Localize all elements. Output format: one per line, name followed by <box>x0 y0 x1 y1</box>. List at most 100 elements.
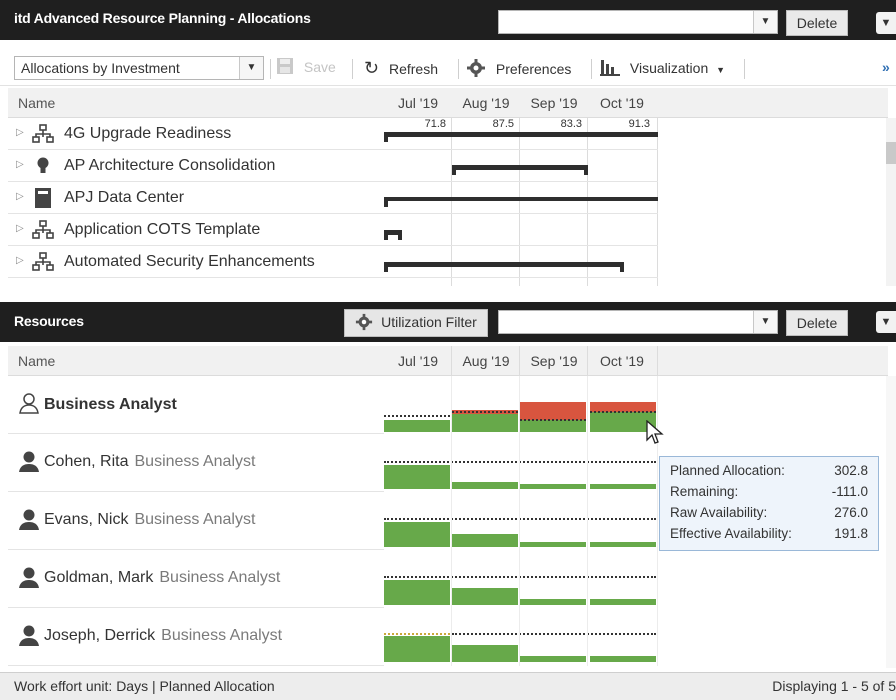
investment-label: APJ Data Center <box>64 189 185 206</box>
gantt-bar[interactable] <box>452 165 588 175</box>
gantt-bar[interactable] <box>384 230 402 240</box>
month-header-aug: Aug '19 <box>462 353 510 369</box>
investment-row[interactable]: ▷ Automated Security Enhancements <box>8 246 384 278</box>
capacity-bar[interactable] <box>520 420 586 432</box>
expand-arrow-icon[interactable]: ▷ <box>16 223 24 234</box>
person-icon <box>19 625 39 646</box>
status-bar: Work effort unit: Days | Planned Allocat… <box>0 672 896 700</box>
availability-line <box>520 419 586 421</box>
resource-row[interactable]: Goldman, Mark Business Analyst <box>8 550 384 608</box>
expand-arrow-icon[interactable]: ▷ <box>16 255 24 266</box>
separator <box>270 59 271 79</box>
capacity-bar[interactable] <box>590 656 656 662</box>
view-select[interactable]: Allocations by Investment ▼ <box>14 56 264 80</box>
resource-name: Goldman, Mark <box>44 569 154 586</box>
preferences-button[interactable]: Preferences <box>466 58 571 78</box>
month-header-oct: Oct '19 <box>600 95 644 111</box>
chevron-down-icon[interactable]: ▼ <box>753 11 777 33</box>
bar-chart-icon <box>600 60 620 76</box>
investment-row[interactable]: ▷ APJ Data Center <box>8 182 384 214</box>
availability-line <box>452 633 656 635</box>
resource-name: Joseph, Derrick <box>44 627 156 644</box>
grid-divider <box>657 346 658 376</box>
resources-filter-select[interactable]: ▼ <box>498 310 778 334</box>
overallocation-bar[interactable] <box>520 402 586 420</box>
chevron-down-icon[interactable]: ▼ <box>753 311 777 333</box>
allocations-column-header: Name Jul '19 Aug '19 Sep '19 Oct '19 <box>8 88 888 118</box>
name-column-header[interactable]: Name <box>18 353 55 369</box>
capacity-bar[interactable] <box>384 522 450 547</box>
investment-row[interactable]: ▷ AP Architecture Consolidation <box>8 150 384 182</box>
expand-arrow-icon[interactable]: ▷ <box>16 191 24 202</box>
capacity-bar[interactable] <box>384 420 450 432</box>
name-column-header[interactable]: Name <box>18 95 55 111</box>
availability-line <box>384 415 450 417</box>
capacity-bar[interactable] <box>452 645 518 662</box>
refresh-button[interactable]: ↻ Refresh <box>364 58 438 79</box>
capacity-bar[interactable] <box>590 599 656 605</box>
expand-arrow-icon[interactable]: ▷ <box>16 159 24 170</box>
grid-divider <box>451 346 452 376</box>
save-icon <box>277 58 293 74</box>
save-button[interactable]: Save <box>276 57 336 75</box>
allocations-scrollbar[interactable] <box>886 118 896 286</box>
investment-label: Application COTS Template <box>64 221 261 238</box>
capacity-bar[interactable] <box>520 656 586 662</box>
gantt-bar[interactable] <box>384 262 624 272</box>
tooltip-label: Raw Availability: <box>670 505 768 520</box>
visualization-button[interactable]: Visualization ▼ <box>600 58 725 76</box>
investment-label: 4G Upgrade Readiness <box>64 125 232 142</box>
capacity-bar[interactable] <box>590 542 656 547</box>
capacity-bar[interactable] <box>590 484 656 489</box>
save-label: Save <box>303 59 336 75</box>
separator <box>352 59 353 79</box>
resource-role: Business Analyst <box>134 511 256 528</box>
availability-line <box>384 461 656 463</box>
resources-header: Resources Utilization Filter ▼ Delete ▼ <box>0 302 896 342</box>
resource-row[interactable]: Cohen, Rita Business Analyst <box>8 434 384 492</box>
capacity-bar[interactable] <box>384 465 450 489</box>
allocations-filter-select[interactable]: ▼ <box>498 10 778 34</box>
capacity-bar[interactable] <box>520 542 586 547</box>
capacity-bar[interactable] <box>452 534 518 547</box>
availability-line <box>384 518 656 520</box>
investment-label: AP Architecture Consolidation <box>64 157 276 174</box>
tooltip-label: Remaining: <box>670 484 739 499</box>
gantt-bar[interactable] <box>384 197 658 207</box>
grid-divider <box>451 376 452 666</box>
availability-line <box>452 411 518 413</box>
investment-row[interactable]: ▷ 4G Upgrade Readiness <box>8 118 384 150</box>
collapse-panel-icon[interactable]: ▼ <box>876 12 896 34</box>
investment-row[interactable]: ▷ Application COTS Template <box>8 214 384 246</box>
capacity-bar[interactable] <box>520 599 586 605</box>
resources-delete-button[interactable]: Delete <box>786 310 848 336</box>
mouse-cursor-icon <box>646 420 664 444</box>
capacity-bar[interactable] <box>452 414 518 432</box>
chevron-down-icon[interactable]: ▼ <box>239 57 263 79</box>
availability-line <box>384 633 450 635</box>
utilization-filter-label: Utilization Filter <box>381 314 477 330</box>
resource-name: Evans, Nick <box>44 511 129 528</box>
allocations-delete-button[interactable]: Delete <box>786 10 848 36</box>
resource-row[interactable]: Joseph, Derrick Business Analyst <box>8 608 384 666</box>
gantt-bar[interactable] <box>384 132 658 142</box>
capacity-bar[interactable] <box>452 482 518 489</box>
role-outline-icon <box>19 393 39 414</box>
server-icon <box>35 188 51 208</box>
capacity-bar[interactable] <box>384 580 450 605</box>
collapse-panel-icon[interactable]: ▼ <box>876 311 896 333</box>
separator <box>744 59 745 79</box>
gantt-cell <box>384 150 658 182</box>
toolbar-overflow-button[interactable]: » <box>882 59 890 75</box>
capacity-bar[interactable] <box>452 588 518 605</box>
scrollbar-thumb[interactable] <box>886 142 896 164</box>
grid-divider <box>519 376 520 666</box>
utilization-filter-button[interactable]: Utilization Filter <box>344 309 488 337</box>
month-header-jul: Jul '19 <box>397 353 439 369</box>
resource-row[interactable]: Business Analyst <box>8 376 384 434</box>
capacity-bar[interactable] <box>520 484 586 489</box>
expand-arrow-icon[interactable]: ▷ <box>16 127 24 138</box>
resource-row[interactable]: Evans, Nick Business Analyst <box>8 492 384 550</box>
resources-scrollbar[interactable] <box>886 376 896 668</box>
capacity-bar[interactable] <box>384 636 450 662</box>
